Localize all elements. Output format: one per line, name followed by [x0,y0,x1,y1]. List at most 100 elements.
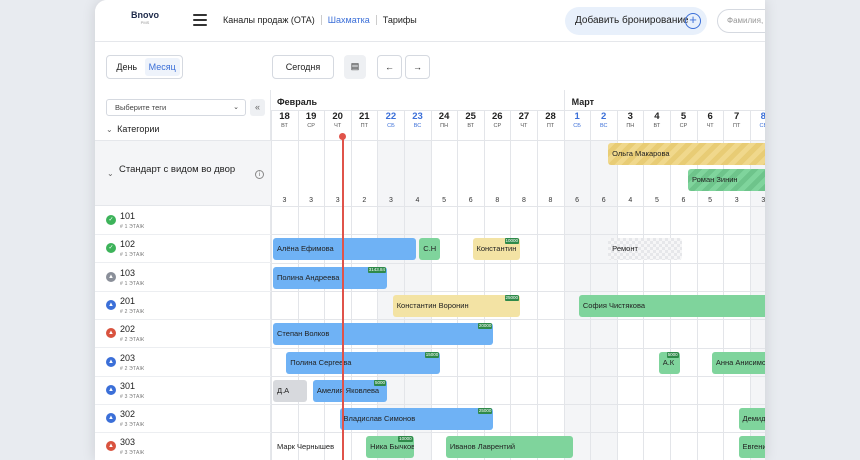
booking-bar[interactable]: Ольга Макарова [608,143,765,165]
room-number: 303 [120,437,136,448]
today-button[interactable]: Сегодня [272,55,334,79]
booking-bar[interactable]: С.Н [419,238,441,261]
booking-bar[interactable]: Амелия Яковлева 5000 [312,379,388,402]
room-row[interactable]: ✓ 101 # 1 ЭТАЖ [95,207,271,235]
booking-bar[interactable]: Анна Анисимова [711,351,765,374]
booking-bar[interactable]: Константин 10000 [472,238,521,261]
grid-line [271,110,272,460]
price-badge: 25000 [504,294,520,301]
day-header: 4 ВТ [643,110,670,129]
booking-bar[interactable]: Константин Воронин 25000 [392,294,521,317]
day-header: 22 СБ [377,110,404,129]
main-nav: Каналы продаж (OTA) Шахматка Тарифы [223,15,423,25]
day-number: 24 [438,111,450,122]
categories-toggle[interactable]: ⌄ Категории [106,124,159,134]
room-row[interactable]: ▲ 103 # 1 ЭТАЖ [95,264,271,292]
guest-name: София Чистякова [582,300,646,310]
day-number: 26 [492,111,503,122]
calendar-icon[interactable]: ▤ [344,55,366,79]
day-header: 25 ВТ [457,110,484,129]
booking-bar[interactable]: Полина Андреева 3143.84 [273,266,388,289]
sidebar: Выберите теги ⌄ « ⌄ Категории ⌄ Стандарт … [95,90,271,460]
booking-bar[interactable]: Владислав Симонов 25000 [339,408,494,431]
availability-count: 6 [681,197,686,204]
day-header: 26 СР [484,110,511,129]
guest-name: Д.А [277,385,290,395]
collapse-button[interactable]: « [250,99,265,116]
grid-line [271,206,765,207]
status-icon: ▲ [106,328,116,339]
status-icon: ▲ [106,356,116,367]
booking-bar[interactable]: Марк Чернышев [273,436,334,458]
room-row[interactable]: ▲ 203 # 2 ЭТАЖ [95,349,271,377]
availability-count: 4 [415,197,420,204]
day-header: 24 ПН [431,110,458,129]
grid-line [537,110,538,460]
weekday: ЧТ [520,123,528,129]
availability-count: 6 [468,197,473,204]
room-floor: # 3 ЭТАЖ [120,422,145,429]
weekday: ПН [626,123,635,129]
prev-button[interactable]: ← [377,55,402,79]
weekday: ВТ [653,123,661,129]
booking-bar[interactable]: Роман Зинин [687,169,765,191]
weekday: ПТ [360,123,368,129]
next-button[interactable]: → [405,55,430,79]
day-number: 4 [654,111,660,122]
day-number: 3 [627,111,633,122]
status-icon: ✓ [106,243,116,254]
availability-count: 6 [575,197,580,204]
room-row[interactable]: ▲ 302 # 3 ЭТАЖ [95,405,271,434]
room-row[interactable]: ▲ 202 # 2 ЭТАЖ [95,320,271,349]
tags-select[interactable]: Выберите теги ⌄ [106,99,246,116]
availability-count: 3 [309,197,314,204]
day-header: 28 ПТ [537,110,564,129]
booking-bar[interactable]: Ника Бычкова10000 [366,436,414,459]
guest-name: Марк Чернышев [277,442,334,452]
room-row[interactable]: ▲ 301 # 3 ЭТАЖ [95,377,271,405]
grid-line [271,404,765,406]
view-month-button[interactable]: Месяц [144,58,180,76]
grid-line [271,319,765,321]
info-icon[interactable]: i [255,170,264,179]
price-badge: 10000 [398,436,413,443]
price-badge: 25000 [477,408,493,415]
search-input[interactable]: Фамилия, [717,9,765,33]
availability-count: 3 [761,197,765,204]
day-header: 19 СР [298,110,325,129]
view-day-button[interactable]: День [109,58,145,76]
room-row[interactable]: ✓ 102 # 1 ЭТАЖ [95,235,271,264]
weekday: СР [307,123,315,129]
grid-line [271,375,765,377]
add-booking-button[interactable]: Добавить бронирование + [565,7,707,35]
booking-bar[interactable]: Демид [738,408,765,431]
booking-bar[interactable]: Д.А [273,379,308,402]
booking-bar[interactable]: Ремонт [608,238,683,261]
day-number: 25 [465,111,476,122]
availability-count: 3 [734,197,739,204]
booking-bar[interactable]: А.К 5000 [658,351,680,374]
booking-bar[interactable]: София Чистякова [578,294,765,317]
chevron-down-icon: ⌄ [233,104,239,111]
price-badge: 3143.84 [367,266,387,273]
booking-bar[interactable]: Алёна Ефимова [273,238,417,261]
nav-ota[interactable]: Каналы продаж (OTA) [223,15,321,25]
nav-tariffs[interactable]: Тарифы [375,15,423,25]
booking-bar[interactable]: Полина Сергеева 15000 [286,351,441,374]
menu-icon[interactable] [193,14,207,26]
guest-name: А.К [662,357,675,367]
room-category[interactable]: ⌄ Стандарт с видом во двор i [95,140,271,206]
booking-bar[interactable]: Евгений [738,436,765,459]
room-row[interactable]: ▲ 303 # 3 ЭТАЖ [95,433,271,460]
room-number: 202 [120,324,136,335]
day-number: 19 [305,111,317,122]
availability-count: 6 [601,197,606,204]
availability-count: 5 [708,197,713,204]
nav-chessboard[interactable]: Шахматка [320,15,376,25]
room-floor: # 3 ЭТАЖ [120,393,145,400]
booking-bar[interactable]: Степан Волков 20000 [273,323,494,346]
logo[interactable]: Bnovo PMS [125,10,165,25]
booking-bar[interactable]: Иванов Лаврентий [445,436,574,459]
room-row[interactable]: ▲ 201 # 2 ЭТАЖ [95,292,271,320]
weekday: ПТ [733,123,741,129]
